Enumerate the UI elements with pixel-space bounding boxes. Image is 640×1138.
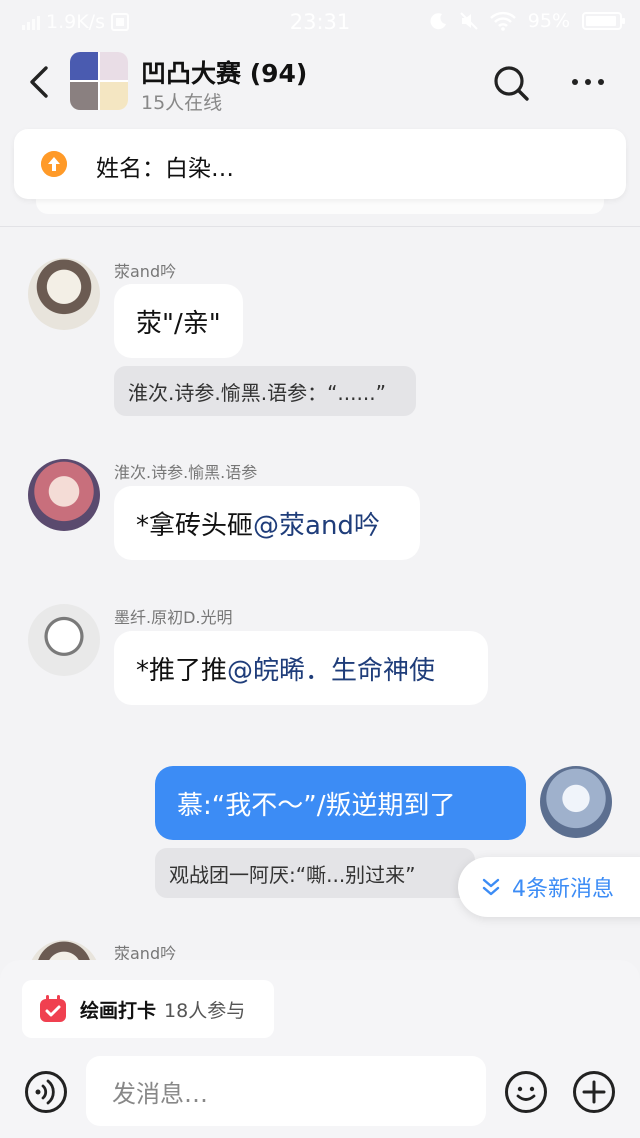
arrow-up-icon [41,151,67,177]
group-title[interactable]: 凹凸大赛 (94) [141,54,307,90]
message-text: 荥"/亲" [136,308,221,339]
pinned-text: 姓名：白染… [96,156,234,182]
avatar[interactable] [28,459,100,531]
task-count: 18人参与 [164,999,246,1022]
quoted-reply[interactable]: 观战团一阿厌:“嘶...别过来” [155,848,475,898]
group-avatar[interactable] [70,52,128,110]
message-bubble[interactable]: 荥"/亲" [114,284,243,358]
sender-name: 荥and吟 [114,262,177,281]
voice-icon[interactable] [24,1070,68,1114]
new-messages-button[interactable]: 4条新消息 [458,857,640,917]
plus-icon[interactable] [572,1070,616,1114]
mention-link[interactable]: @荥and吟 [253,505,380,542]
wifi-icon [489,11,516,31]
message-input[interactable]: 发消息… [86,1056,486,1126]
mention-link[interactable]: @皖晞．生命神使 [227,650,435,687]
mute-icon [460,12,478,30]
divider [0,226,640,227]
input-panel: 绘画打卡 18人参与 发消息… [0,960,640,1138]
sender-name: 墨纤.原初D.光明 [114,608,233,627]
new-messages-label: 4条新消息 [512,877,614,902]
status-bar: 1.9K/s 23:31 95% [0,0,640,44]
battery-icon [582,12,625,30]
checkin-task-chip[interactable]: 绘画打卡 18人参与 [22,980,274,1038]
online-count: 15人在线 [141,92,223,114]
reply-text: 淮次.诗参.愉黑.语参：“......” [128,380,386,405]
quoted-reply[interactable]: 淮次.诗参.愉黑.语参：“......” [114,366,416,416]
input-placeholder: 发消息… [112,1079,208,1108]
message-text: *拿砖头砸 [136,510,254,541]
self-message-bubble[interactable]: 慕:“我不～”/叛逆期到了 [155,766,526,840]
battery-percent: 95% [527,10,570,32]
avatar[interactable] [28,604,100,676]
self-avatar[interactable] [540,766,612,838]
emoji-icon[interactable] [504,1070,548,1114]
reply-text: 观战团一阿厌:“嘶...别过来” [169,862,416,887]
message-text: *推了推 [136,655,228,686]
more-icon[interactable] [568,72,608,92]
double-chevron-down-icon [482,878,500,896]
moon-icon [430,13,446,30]
sender-name: 淮次.诗参.愉黑.语参 [114,463,258,482]
search-icon[interactable] [492,64,530,102]
back-icon[interactable] [26,64,54,100]
calendar-icon [40,995,66,1022]
task-label: 绘画打卡 [80,999,157,1022]
message-text: 慕:“我不～”/叛逆期到了 [177,790,456,821]
chat-header: 凹凸大赛 (94) 15人在线 [0,44,640,120]
status-right: 95% [430,10,625,32]
pinned-message[interactable]: 姓名：白染… [14,129,626,199]
message-bubble[interactable]: *拿砖头砸 @荥and吟 [114,486,420,560]
message-bubble[interactable]: *推了推 @皖晞．生命神使 [114,631,488,705]
avatar[interactable] [28,258,100,330]
